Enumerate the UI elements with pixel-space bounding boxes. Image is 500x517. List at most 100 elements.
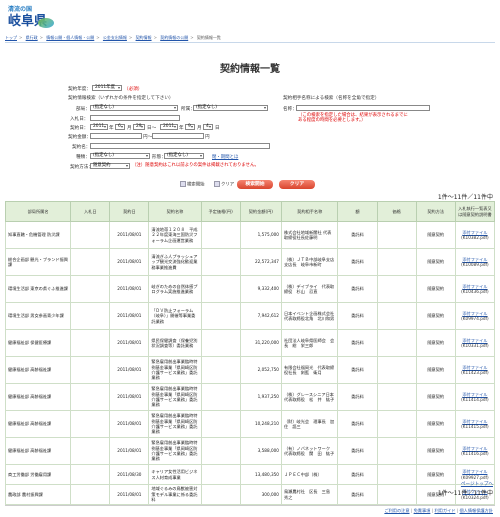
column-header: 契約金額(円) xyxy=(239,201,282,222)
footer-link-guide[interactable]: 利用ガイド xyxy=(434,508,455,513)
attachment-cell: 添付ファイル (K10089.pdf) xyxy=(454,248,496,276)
year-required-note: （必須） xyxy=(124,87,143,92)
table-cell: 2011/08/01 xyxy=(109,221,150,249)
attachment-filename: (K09974.pdf) xyxy=(461,316,489,321)
attachment-filename: (K11416.pdf) xyxy=(461,451,489,456)
table-row: 総合企画部 観光・ブランド振興課 2011/08/01 清流ぎふ人プラッシュアップ観… xyxy=(4,248,496,276)
footer-links: ご利用の注意 | 免責事項 | 利用ガイド | 個人情報保護方針 xyxy=(384,508,493,513)
attachment-filename: (K11414.pdf) xyxy=(461,397,489,402)
table-cell xyxy=(70,221,111,249)
table-cell xyxy=(376,302,417,330)
section-select[interactable]: (指定なし) xyxy=(193,105,268,111)
logo-swoosh-icon xyxy=(38,18,54,28)
date-from-day-select[interactable]: 29 xyxy=(133,124,145,130)
date-to-month-select[interactable]: 9 xyxy=(185,124,195,130)
table-cell: （株）デイブライ 代表取締役 杉山 忍直 xyxy=(280,275,339,303)
attachment-filename: (K10089.pdf) xyxy=(461,262,489,267)
attachment-link[interactable]: 添付ファイル xyxy=(458,469,492,474)
partner-search-note: （この検索を指定した場合は、結果が表示されるまでに ある程度の時間を必要とします… xyxy=(298,113,408,124)
clear-period-link[interactable]: 閉・期間とほ xyxy=(212,154,238,160)
table-cell: 県民保健調査（保養児別状況調査等）委託業務 xyxy=(148,329,202,357)
table-cell: 委託料 xyxy=(337,302,378,330)
table-cell xyxy=(200,356,241,384)
print-button[interactable]: 検索開始 xyxy=(180,181,205,189)
footer-link-privacy[interactable]: 個人情報保護方針 xyxy=(459,508,493,513)
clear-button[interactable]: クリア xyxy=(279,180,315,189)
table-cell: 健康福祉部 高齢福祉課 xyxy=(4,383,72,411)
table-cell: 1,575,000 xyxy=(239,221,282,249)
date-to-day-select[interactable]: 4 xyxy=(203,124,213,130)
amount-label: 契約金額： xyxy=(68,135,91,140)
table-row: 環境生活部 東京の県ぐふ推進課 2011/08/01 岐ぎのための自然体感プログラム… xyxy=(4,275,496,303)
breadcrumb-contract-info[interactable]: 契約情報 xyxy=(136,35,152,40)
table-cell xyxy=(200,464,241,485)
partner-name-field[interactable] xyxy=(296,105,430,111)
table-cell xyxy=(200,329,241,357)
table-cell: 健康福祉部 高齢福祉課 xyxy=(4,356,72,384)
breadcrumb-public-funds[interactable]: 公金支出情報 xyxy=(103,35,127,40)
column-header: 入札日 xyxy=(70,201,111,222)
result-count: 1件～11件／11件中 xyxy=(437,194,493,201)
table-cell xyxy=(376,356,417,384)
amount-from-field[interactable] xyxy=(90,133,142,139)
contract-method-select[interactable]: 随意契約 xyxy=(90,163,130,169)
table-row: 健康福祉部 高齢福祉課 2011/08/01 緊急雇用創出事業臨時特例基金事業「県岡… xyxy=(4,437,496,465)
table-cell: 健康福祉部 高齢福祉課 xyxy=(4,437,72,465)
footer-link-disclaimer[interactable]: 免責事項 xyxy=(414,508,431,513)
contract-name-field[interactable] xyxy=(90,143,270,149)
page-title: 契約情報一覧 xyxy=(220,64,280,75)
table-cell: 委託料 xyxy=(337,383,378,411)
amount-to-field[interactable] xyxy=(152,133,204,139)
table-cell: 随意契約 xyxy=(415,383,456,411)
column-header: 入札執行一覧表又は随意契約説明書 xyxy=(454,201,496,222)
search-button[interactable]: 検索開始 xyxy=(237,180,273,189)
entry-date-field[interactable] xyxy=(90,115,180,121)
column-header: 部局所属名 xyxy=(4,201,72,222)
table-cell: 9,332,400 xyxy=(239,275,282,303)
attachment-filename: (K10331.pdf) xyxy=(461,343,489,348)
attachment-cell: 添付ファイル (K10331.pdf) xyxy=(454,329,496,357)
table-cell: 委託料 xyxy=(337,410,378,438)
breadcrumb-contract-disclosure[interactable]: 契約情報の公開 xyxy=(160,35,188,40)
table-cell: 清流ぎふ人プラッシュアップ観光交流強化歓迎業務事業推進費 xyxy=(148,248,202,276)
column-header: 額 xyxy=(337,201,378,222)
table-header-row: 部局所属名 入札日 契約日 契約名称 予定価格(円) 契約金額(円) 契約相手名称額価格 契約… xyxy=(4,201,496,222)
table-cell: 1,937,250 xyxy=(239,383,282,411)
date-from-month-select[interactable]: 6 xyxy=(115,124,125,130)
table-cell: 委託料 xyxy=(337,275,378,303)
table-cell xyxy=(200,437,241,465)
table-cell: 2011/08/01 xyxy=(109,383,150,411)
method-select[interactable]: (指定なし) xyxy=(164,153,204,159)
breadcrumb-admin[interactable]: 県行政 xyxy=(26,35,38,40)
date-from-year-select[interactable]: 2011 xyxy=(90,124,108,130)
column-header: 価格 xyxy=(376,201,417,222)
table-row: 知事直轄・危機管理 防災課 2011/08/01 清流地帯１２０８ 平成２２年度東海… xyxy=(4,221,496,249)
table-cell: 随意契約 xyxy=(415,248,456,276)
table-cell xyxy=(200,221,241,249)
clear-icon-button[interactable]: クリア xyxy=(214,181,234,189)
breadcrumb-top[interactable]: トップ xyxy=(5,35,17,40)
partner-name-label: 名称： xyxy=(283,107,297,112)
table-cell: 2011/08/01 xyxy=(109,437,150,465)
prefecture-logo[interactable]: 清流の国 岐阜県 xyxy=(8,4,54,30)
table-cell xyxy=(376,464,417,485)
date-to-year-select[interactable]: 2011 xyxy=(160,124,178,130)
table-cell: 31,220,000 xyxy=(239,329,282,357)
table-cell: 随意契約 xyxy=(415,221,456,249)
table-cell: 2011/08/30 xyxy=(109,464,150,485)
attachment-cell: 添付ファイル (K11416.pdf) xyxy=(454,437,496,465)
year-select[interactable]: 2011年度 xyxy=(92,85,122,91)
table-cell: 2011/08/01 xyxy=(109,275,150,303)
table-row: 農政部 農村振興課 2011/08/01 地域ぐるみの鳥獣被害対策モデル事業に係る委… xyxy=(4,484,496,505)
table-cell: 2011/08/01 xyxy=(109,356,150,384)
bureau-select[interactable]: (指定なし) xyxy=(90,105,178,111)
table-cell: 株式会社地域新聞社 代表取締役社長佐藤明 xyxy=(280,221,339,249)
table-cell: 委託料 xyxy=(337,464,378,485)
page-top-link[interactable]: ページトップへ xyxy=(461,481,493,487)
kind-select[interactable]: (指定なし) xyxy=(90,153,150,159)
table-cell: （財）岐光会 理事長 加住 語三 xyxy=(280,410,339,438)
breadcrumb-disclosure[interactable]: 情報公開・個人情報・公開 xyxy=(46,35,94,40)
table-row: 環境生活部 男女参画青少年課 2011/08/01 「ＤＶ防止フォーラム（岐阜）」開… xyxy=(4,302,496,330)
amount-unit-label: 円 xyxy=(205,135,210,140)
footer-link-notice[interactable]: ご利用の注意 xyxy=(384,508,409,513)
